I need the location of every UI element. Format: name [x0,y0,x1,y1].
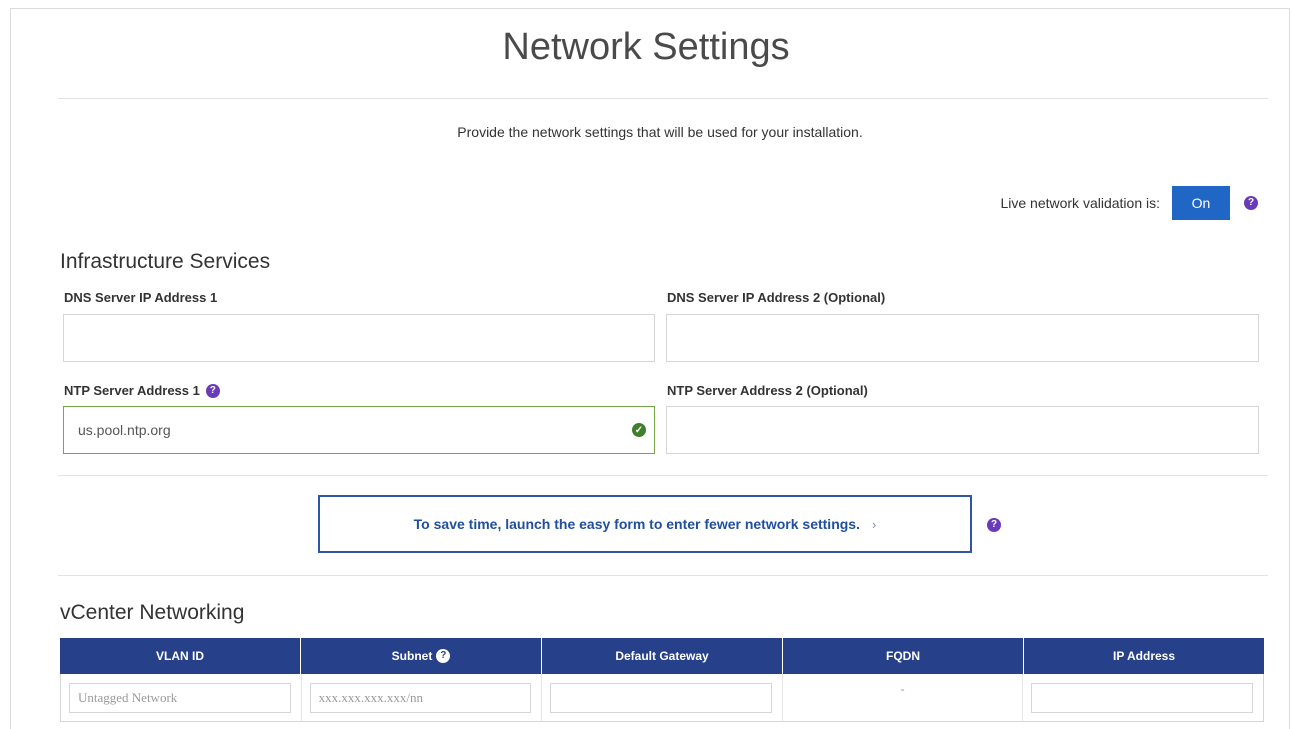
ntp2-input[interactable] [666,406,1259,454]
chevron-right-icon: › [871,516,877,532]
table-header: VLAN ID Subnet? Default Gateway FQDN IP … [60,638,1264,674]
dns2-label: DNS Server IP Address 2 (Optional) [667,290,885,305]
cell-gateway [542,674,783,721]
column-header-label: Default Gateway [615,649,709,663]
subnet-input[interactable]: xxx.xxx.xxx.xxx/nn [309,683,532,713]
column-header-label: VLAN ID [156,649,204,663]
divider [58,98,1268,99]
divider [58,475,1268,476]
cell-ip [1023,674,1263,721]
vcenter-title: vCenter Networking [60,601,245,624]
divider [58,575,1268,576]
gateway-input[interactable] [550,683,772,713]
cell-subnet: xxx.xxx.xxx.xxx/nn [302,674,543,721]
dns2-input[interactable] [666,314,1259,362]
dns1-label-text: DNS Server IP Address 1 [64,290,218,305]
column-header-gateway: Default Gateway [542,638,783,674]
ntp2-label-text: NTP Server Address 2 (Optional) [667,383,868,398]
question-circle-icon[interactable]: ? [436,649,451,663]
ntp1-label: NTP Server Address 1 ? [64,383,220,398]
cell-vlan: Untagged Network [61,674,302,721]
live-validation-toggle[interactable]: On [1172,186,1230,220]
column-header-label: IP Address [1112,649,1176,663]
page-title: Network Settings [502,26,790,68]
fqdn-value: - [900,682,905,696]
infrastructure-title: Infrastructure Services [60,250,271,273]
dns2-label-text: DNS Server IP Address 2 (Optional) [667,290,886,305]
page-subtitle: Provide the network settings that will b… [457,124,863,140]
question-circle-icon[interactable]: ? [987,518,1001,532]
cell-fqdn: - [783,674,1024,721]
column-header-label: Subnet [391,649,433,663]
column-header-subnet: Subnet? [301,638,542,674]
ntp1-input[interactable]: us.pool.ntp.org ✓ [63,406,655,454]
ntp2-label: NTP Server Address 2 (Optional) [667,383,868,398]
column-header-fqdn: FQDN [783,638,1024,674]
easy-form-link[interactable]: To save time, launch the easy form to en… [318,495,972,553]
question-circle-icon[interactable]: ? [1244,196,1258,210]
easy-form-text: To save time, launch the easy form to en… [413,516,860,532]
live-validation-label: Live network validation is: [1000,195,1160,211]
ntp1-label-text: NTP Server Address 1 [64,383,200,398]
live-validation: Live network validation is: On ? [1000,186,1258,220]
vcenter-table: VLAN ID Subnet? Default Gateway FQDN IP … [60,638,1264,722]
vlan-input[interactable]: Untagged Network [69,683,291,713]
dns1-label: DNS Server IP Address 1 [64,290,217,305]
question-circle-icon[interactable]: ? [205,383,220,398]
dns1-input[interactable] [63,314,655,362]
column-header-ip: IP Address [1024,638,1264,674]
check-circle-icon: ✓ [632,423,646,437]
column-header-label: FQDN [886,649,920,663]
column-header-vlan: VLAN ID [60,638,301,674]
ntp1-input-value: us.pool.ntp.org [78,422,171,438]
ip-input[interactable] [1031,683,1253,713]
table-row: Untagged Network xxx.xxx.xxx.xxx/nn - [60,674,1264,722]
